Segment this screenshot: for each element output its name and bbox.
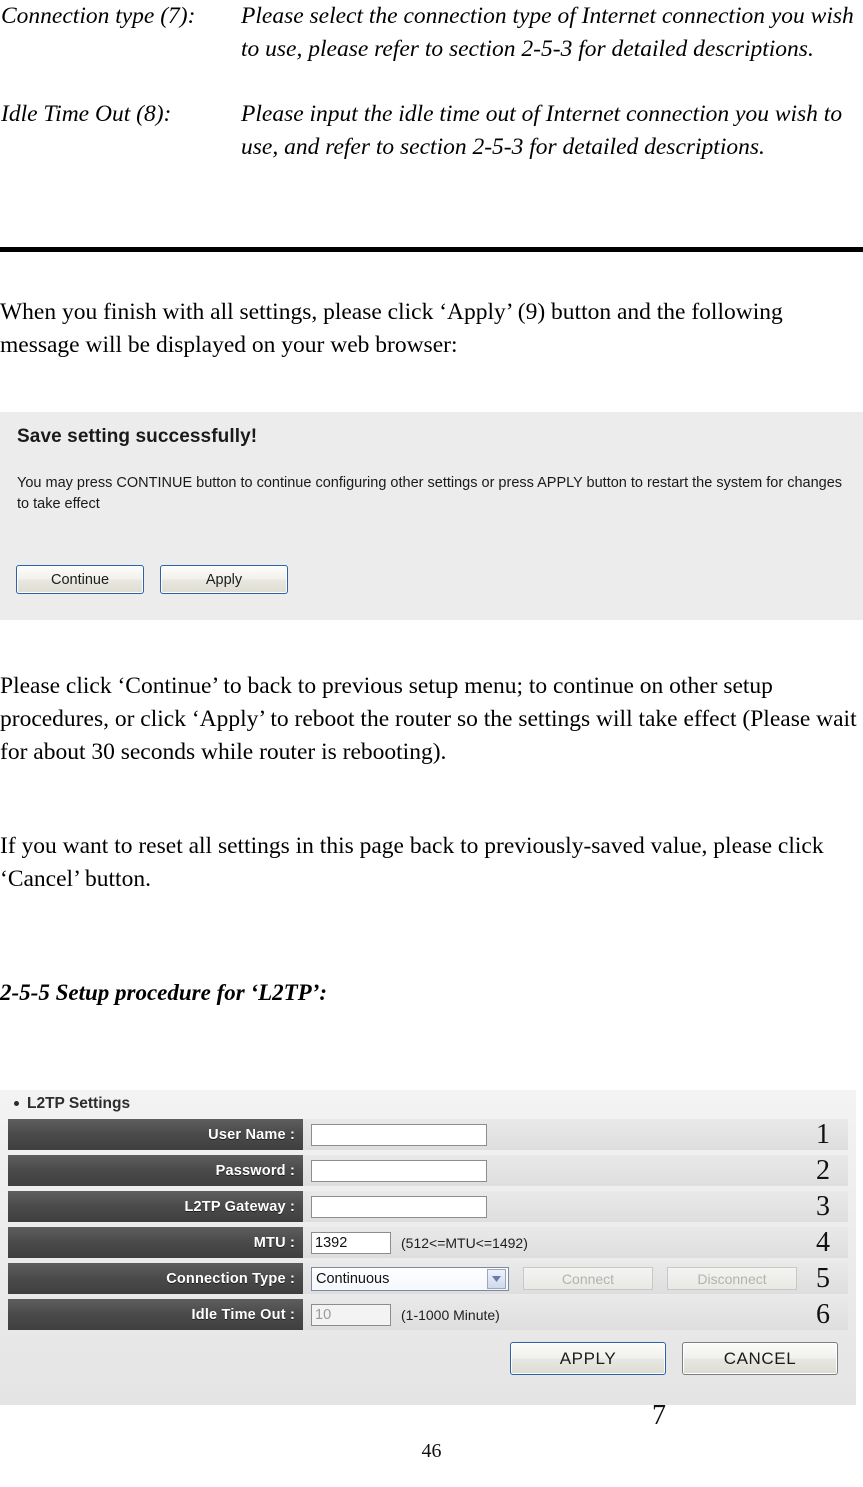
definition-description: Please select the connection type of Int… bbox=[241, 3, 854, 62]
section-heading: 2-5-5 Setup procedure for ‘L2TP’: bbox=[0, 980, 328, 1005]
idle-time-out-field-cell: (1-1000 Minute) 6 bbox=[303, 1299, 848, 1330]
dialog-body-text: You may press CONTINUE button to continu… bbox=[17, 475, 843, 512]
form-row-password: Password : 2 bbox=[8, 1154, 848, 1187]
save-setting-dialog: Save setting successfully! You may press… bbox=[0, 412, 863, 620]
form-row-l2tp-gateway: L2TP Gateway : 3 bbox=[8, 1190, 848, 1223]
l2tp-panel-title-label: L2TP Settings bbox=[27, 1095, 131, 1112]
chevron-down-icon[interactable] bbox=[487, 1268, 506, 1289]
form-row-mtu: MTU : (512<=MTU<=1492) 4 bbox=[8, 1226, 848, 1259]
definition-row-connection-type: Connection type (7): Please select the c… bbox=[0, 0, 863, 66]
connection-type-field-cell: Continuous Connect Disconnect 5 bbox=[303, 1263, 848, 1294]
l2tp-gateway-field-cell: 3 bbox=[303, 1191, 848, 1222]
user-name-input[interactable] bbox=[311, 1123, 487, 1146]
mtu-input[interactable] bbox=[311, 1231, 391, 1254]
definition-term: Connection type (7): bbox=[1, 3, 196, 29]
form-row-connection-type: Connection Type : Continuous Connect Dis… bbox=[8, 1262, 848, 1295]
connection-type-select[interactable]: Continuous bbox=[311, 1266, 509, 1291]
callout-number-5: 5 bbox=[816, 1262, 830, 1294]
continue-button[interactable]: Continue bbox=[16, 565, 144, 594]
definition-list: Connection type (7): Please select the c… bbox=[0, 0, 863, 164]
mtu-label: MTU : bbox=[8, 1227, 303, 1258]
form-row-idle-time-out: Idle Time Out : (1-1000 Minute) 6 bbox=[8, 1298, 848, 1331]
definition-description: Please input the idle time out of Intern… bbox=[241, 101, 843, 160]
apply-settings-button[interactable]: APPLY bbox=[510, 1342, 666, 1375]
l2tp-settings-panel: L2TP Settings User Name : 1 Password : 2… bbox=[0, 1090, 856, 1405]
disconnect-button[interactable]: Disconnect bbox=[667, 1267, 797, 1290]
idle-time-out-range-hint: (1-1000 Minute) bbox=[401, 1306, 500, 1323]
password-input[interactable] bbox=[311, 1159, 487, 1182]
user-name-field-cell: 1 bbox=[303, 1119, 848, 1150]
mtu-field-cell: (512<=MTU<=1492) 4 bbox=[303, 1227, 848, 1258]
paragraph-continue-note: Please click ‘Continue’ to back to previ… bbox=[0, 673, 857, 765]
definition-term: Idle Time Out (8): bbox=[1, 101, 172, 127]
callout-number-6: 6 bbox=[816, 1298, 830, 1330]
l2tp-gateway-label: L2TP Gateway : bbox=[8, 1191, 303, 1222]
dialog-button-group: Continue Apply bbox=[16, 565, 288, 594]
user-name-label: User Name : bbox=[8, 1119, 303, 1150]
callout-number-4: 4 bbox=[816, 1226, 830, 1258]
definition-spacer bbox=[0, 66, 863, 98]
dialog-title: Save setting successfully! bbox=[17, 426, 258, 447]
l2tp-panel-title: L2TP Settings bbox=[14, 1095, 130, 1113]
form-row-user-name: User Name : 1 bbox=[8, 1118, 848, 1151]
password-label: Password : bbox=[8, 1155, 303, 1186]
connection-type-selected-value: Continuous bbox=[316, 1270, 390, 1287]
page-number: 46 bbox=[421, 1440, 442, 1462]
cancel-settings-button[interactable]: CANCEL bbox=[682, 1342, 838, 1375]
callout-number-3: 3 bbox=[816, 1190, 830, 1222]
l2tp-action-buttons: APPLY CANCEL bbox=[510, 1342, 838, 1375]
connection-type-label: Connection Type : bbox=[8, 1263, 303, 1294]
callout-number-7: 7 bbox=[652, 1400, 666, 1431]
password-field-cell: 2 bbox=[303, 1155, 848, 1186]
paragraph-intro: When you finish with all settings, pleas… bbox=[0, 299, 783, 358]
l2tp-gateway-input[interactable] bbox=[311, 1195, 487, 1218]
apply-button[interactable]: Apply bbox=[160, 565, 288, 594]
connect-button[interactable]: Connect bbox=[523, 1267, 653, 1290]
mtu-range-hint: (512<=MTU<=1492) bbox=[401, 1234, 528, 1251]
idle-time-out-input[interactable] bbox=[311, 1303, 391, 1326]
paragraph-reset-note: If you want to reset all settings in thi… bbox=[0, 833, 824, 892]
definition-row-idle-time-out: Idle Time Out (8): Please input the idle… bbox=[0, 98, 863, 164]
l2tp-form: User Name : 1 Password : 2 L2TP Gateway … bbox=[8, 1118, 848, 1334]
bullet-icon bbox=[14, 1100, 19, 1106]
callout-number-2: 2 bbox=[816, 1154, 830, 1186]
horizontal-rule bbox=[0, 247, 863, 252]
idle-time-out-label: Idle Time Out : bbox=[8, 1299, 303, 1330]
callout-number-1: 1 bbox=[816, 1118, 830, 1150]
